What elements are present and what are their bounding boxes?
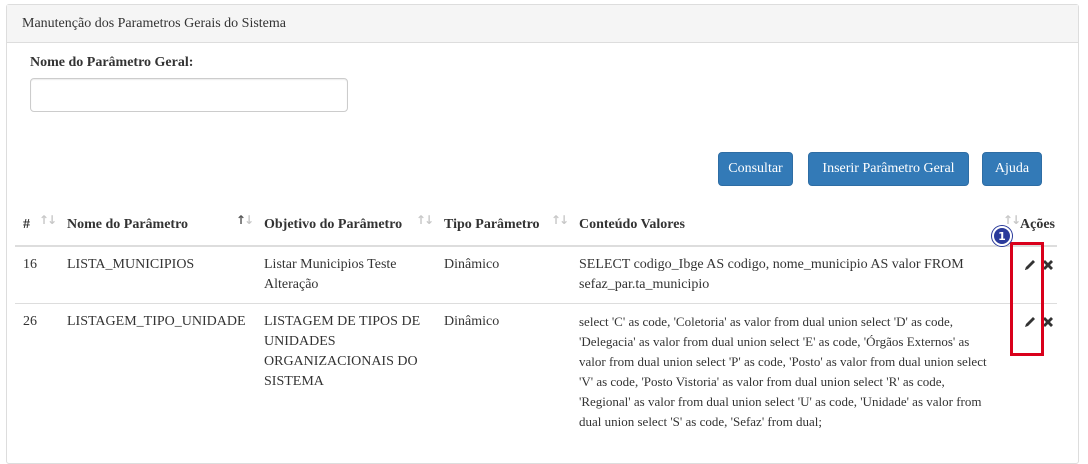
cell-id: 16 <box>15 245 59 304</box>
cell-id: 26 <box>15 303 59 440</box>
cell-conteudo: select 'C' as code, 'Coletoria' as valor… <box>571 303 1001 440</box>
cell-objetivo: LISTAGEM DE TIPOS DE UNIDADES ORGANIZACI… <box>256 303 436 440</box>
sort-arrows-icon[interactable]: ↑↓ <box>39 213 57 227</box>
table-header-row: # ↑↓ Nome do Parâmetro ↑↓ Objetivo do Pa… <box>15 204 1057 247</box>
column-header-conteudo-label: Conteúdo Valores <box>579 216 685 232</box>
column-header-objetivo-label: Objetivo do Parâmetro <box>264 216 403 232</box>
help-button[interactable]: Ajuda <box>982 152 1042 186</box>
column-header-nome-label: Nome do Parâmetro <box>67 216 189 232</box>
cell-tipo: Dinâmico <box>436 303 571 440</box>
cell-nome: LISTA_MUNICIPIOS <box>59 245 256 304</box>
sort-arrows-icon[interactable]: ↑↓ <box>416 213 434 227</box>
column-header-nome[interactable]: Nome do Parâmetro ↑↓ <box>59 204 256 247</box>
sort-arrows-icon[interactable]: ↑↓ <box>551 213 569 227</box>
table-row: 16 LISTA_MUNICIPIOS Listar Municipios Te… <box>15 245 1057 304</box>
sort-asc-icon[interactable]: ↑↓ <box>236 213 254 227</box>
column-header-id[interactable]: # ↑↓ <box>15 204 59 247</box>
panel-title: Manutenção dos Parametros Gerais do Sist… <box>7 5 1078 43</box>
cell-nome: LISTAGEM_TIPO_UNIDADE <box>59 303 256 440</box>
actions-highlight-annotation <box>1010 242 1044 356</box>
column-header-tipo-label: Tipo Parâmetro <box>444 216 540 232</box>
parameters-table: # ↑↓ Nome do Parâmetro ↑↓ Objetivo do Pa… <box>15 204 1057 440</box>
cell-objetivo: Listar Municipios Teste Alteração <box>256 245 436 304</box>
column-header-tipo[interactable]: Tipo Parâmetro ↑↓ <box>436 204 571 247</box>
cell-tipo: Dinâmico <box>436 245 571 304</box>
consultar-button[interactable]: Consultar <box>718 152 793 186</box>
column-header-objetivo[interactable]: Objetivo do Parâmetro ↑↓ <box>256 204 436 247</box>
insert-parameter-button[interactable]: Inserir Parâmetro Geral <box>808 152 969 186</box>
parameter-name-label: Nome do Parâmetro Geral: <box>30 55 194 70</box>
column-header-conteudo[interactable]: Conteúdo Valores ↑↓ <box>571 204 1021 247</box>
table-row: 26 LISTAGEM_TIPO_UNIDADE LISTAGEM DE TIP… <box>15 303 1057 440</box>
parameter-name-input[interactable] <box>30 78 348 112</box>
column-header-acoes-label: Ações <box>1020 216 1055 232</box>
cell-conteudo: SELECT codigo_Ibge AS codigo, nome_munic… <box>571 245 1001 304</box>
column-header-id-label: # <box>23 216 30 232</box>
step-number-badge: 1 <box>992 226 1012 246</box>
